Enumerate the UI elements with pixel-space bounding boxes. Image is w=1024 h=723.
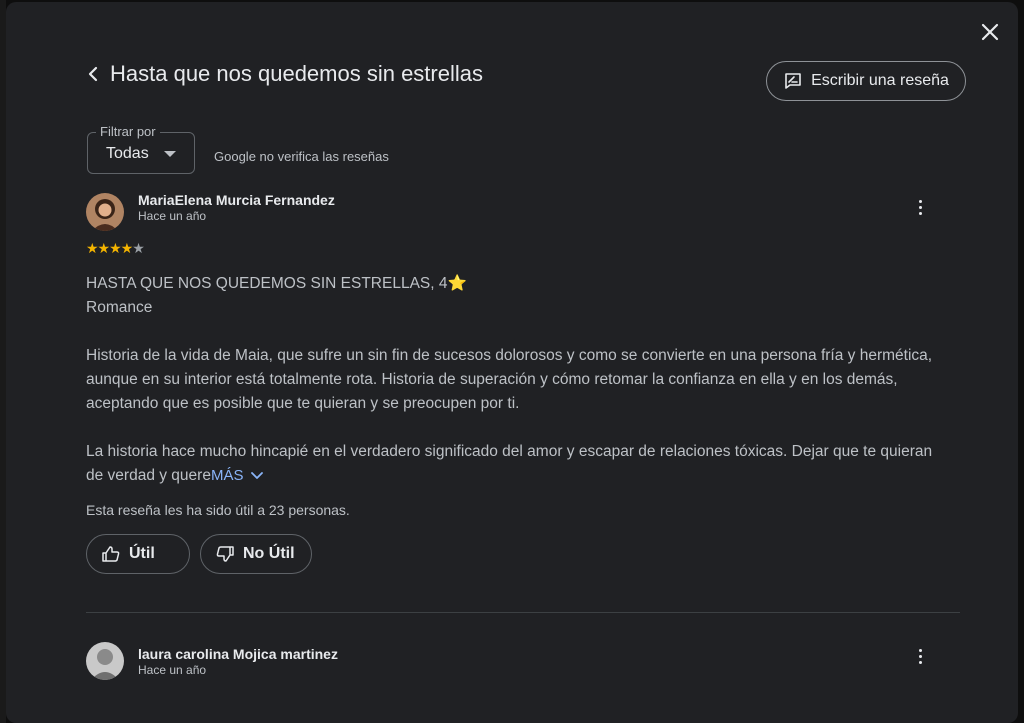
- star-rating: ★★★★★: [86, 240, 145, 257]
- write-review-button[interactable]: Escribir una reseña: [766, 61, 966, 101]
- close-icon: [981, 23, 999, 41]
- chevron-left-icon: [88, 66, 98, 82]
- review-more-button[interactable]: [908, 644, 932, 668]
- rate-review-icon: [785, 73, 801, 89]
- review-card: laura carolina Mojica martinez Hace un a…: [86, 642, 966, 723]
- filter-select[interactable]: Filtrar por Todas: [87, 124, 195, 174]
- review-more-button[interactable]: [908, 195, 932, 219]
- avatar: [86, 642, 124, 680]
- more-link[interactable]: MÁS: [211, 467, 264, 484]
- stars-filled: ★★★★: [86, 240, 133, 256]
- not-useful-button[interactable]: No Útil: [200, 534, 312, 574]
- close-button[interactable]: [976, 18, 1004, 46]
- filter-label: Filtrar por: [96, 124, 160, 139]
- write-review-label: Escribir una reseña: [811, 72, 949, 89]
- helpful-count: Esta reseña les ha sido útil a 23 person…: [86, 502, 350, 518]
- useful-button[interactable]: Útil: [86, 534, 190, 574]
- thumb-up-icon: [102, 546, 120, 562]
- reviews-dialog: Hasta que nos quedemos sin estrellas Esc…: [6, 2, 1018, 723]
- review-time: Hace un año: [138, 663, 207, 677]
- review-headline: HASTA QUE NOS QUEDEMOS SIN ESTRELLAS, 4⭐: [86, 275, 467, 292]
- stars-empty: ★: [132, 240, 145, 256]
- more-vert-icon: [918, 199, 922, 215]
- verification-note: Google no verifica las reseñas: [214, 149, 389, 164]
- review-genre: Romance: [86, 299, 153, 316]
- review-paragraph: Historia de la vida de Maia, que sufre u…: [86, 347, 933, 412]
- review-author[interactable]: MariaElena Murcia Fernandez: [138, 192, 335, 208]
- useful-label: Útil: [129, 545, 155, 562]
- dialog-header: Hasta que nos quedemos sin estrellas: [86, 60, 483, 88]
- thumb-down-icon: [216, 546, 234, 562]
- review-author[interactable]: laura carolina Mojica martinez: [138, 646, 338, 662]
- not-useful-label: No Útil: [243, 545, 295, 562]
- back-button[interactable]: [86, 60, 108, 88]
- filter-value: Todas: [106, 145, 149, 162]
- chevron-down-icon: [250, 472, 263, 479]
- review-divider: [86, 612, 960, 613]
- review-time: Hace un año: [138, 209, 207, 223]
- review-body: HASTA QUE NOS QUEDEMOS SIN ESTRELLAS, 4⭐…: [86, 272, 946, 488]
- review-card: MariaElena Murcia Fernandez Hace un año …: [86, 192, 966, 592]
- page-title: Hasta que nos quedemos sin estrellas: [110, 61, 483, 86]
- dropdown-caret-icon: [164, 151, 176, 157]
- more-vert-icon: [918, 648, 922, 664]
- more-link-label: MÁS: [210, 467, 244, 484]
- avatar: [86, 193, 124, 231]
